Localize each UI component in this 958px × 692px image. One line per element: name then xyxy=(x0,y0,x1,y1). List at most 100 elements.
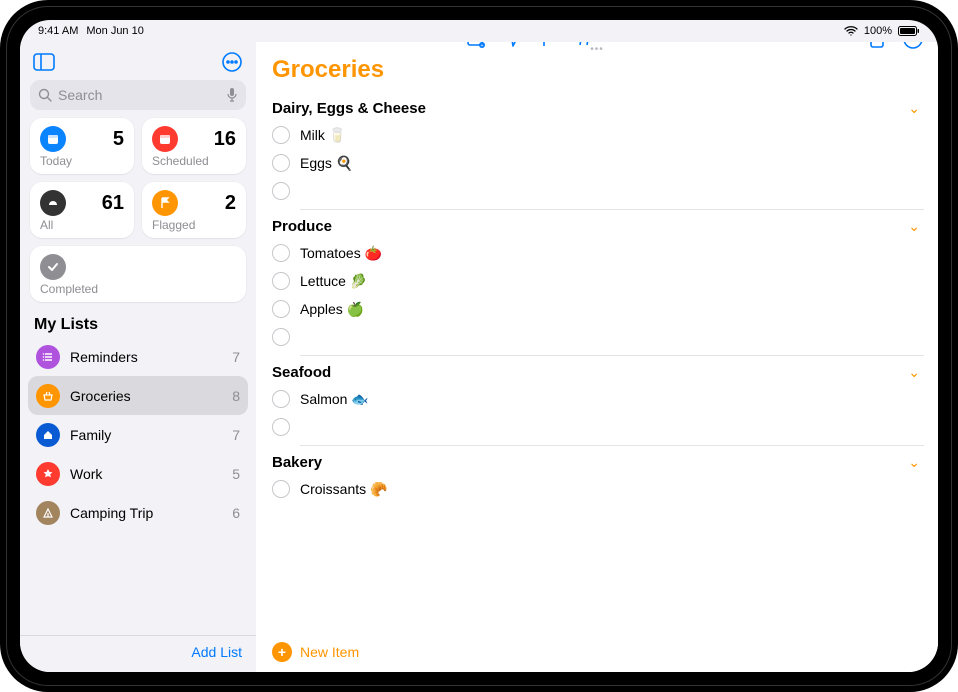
chevron-down-icon[interactable]: ⌄ xyxy=(908,364,926,381)
radio-unchecked-icon[interactable] xyxy=(272,480,290,498)
section-produce: Produce ⌄ Tomatoes 🍅 Lettuce 🥬 Apples 🍏 xyxy=(256,210,938,356)
list-row-reminders[interactable]: Reminders 7 xyxy=(28,338,248,376)
list-label: Reminders xyxy=(70,349,138,365)
chevron-down-icon[interactable]: ⌄ xyxy=(908,218,926,235)
new-item-button[interactable]: + New Item xyxy=(256,634,938,672)
sidebar: Search 5 Today xyxy=(20,42,256,672)
plus-circle-icon: + xyxy=(272,642,292,662)
radio-unchecked-icon[interactable] xyxy=(272,126,290,144)
toggle-sidebar-button[interactable] xyxy=(30,48,58,76)
list-row-groceries[interactable]: Groceries 8 xyxy=(28,376,248,415)
card-completed[interactable]: Completed xyxy=(30,246,246,302)
reminder-item[interactable]: Salmon 🐟 xyxy=(272,385,924,413)
reminder-item[interactable]: Croissants 🥐 xyxy=(272,475,930,503)
reminder-item[interactable]: Eggs 🍳 xyxy=(272,149,924,177)
sidebar-more-button[interactable] xyxy=(218,48,246,76)
radio-unchecked-icon[interactable] xyxy=(272,390,290,408)
radio-unchecked-icon[interactable] xyxy=(272,244,290,262)
reminder-item[interactable]: Apples 🍏 xyxy=(272,295,924,323)
list-count: 8 xyxy=(232,388,240,404)
today-icon xyxy=(40,126,66,152)
list-label: Groceries xyxy=(70,388,131,404)
list-label: Family xyxy=(70,427,111,443)
list-count: 7 xyxy=(232,349,240,365)
attach-calendar-button[interactable]: + xyxy=(466,42,486,48)
my-lists-header: My Lists xyxy=(20,302,256,338)
radio-unchecked-icon[interactable] xyxy=(272,272,290,290)
all-icon xyxy=(40,190,66,216)
more-button[interactable] xyxy=(902,42,924,50)
device-frame: 9:41 AM Mon Jun 10 100% xyxy=(0,0,958,692)
section-bakery: Bakery ⌄ Croissants 🥐 xyxy=(256,446,938,503)
today-label: Today xyxy=(40,154,124,168)
flagged-label: Flagged xyxy=(152,218,236,232)
list-bullet-icon xyxy=(36,345,60,369)
chevron-down-icon[interactable]: ⌄ xyxy=(908,100,926,117)
scheduled-count: 16 xyxy=(214,128,236,151)
section-header[interactable]: Produce xyxy=(272,218,332,235)
list-count: 5 xyxy=(232,466,240,482)
all-label: All xyxy=(40,218,124,232)
reminder-item[interactable]: Tomatoes 🍅 xyxy=(272,239,930,267)
dictate-icon[interactable] xyxy=(226,87,238,103)
completed-label: Completed xyxy=(40,282,236,296)
star-icon xyxy=(36,462,60,486)
status-date: Mon Jun 10 xyxy=(86,25,143,37)
reminder-item-empty[interactable] xyxy=(272,413,924,441)
radio-unchecked-icon[interactable] xyxy=(272,328,290,346)
basket-icon xyxy=(36,384,60,408)
flag-button[interactable] xyxy=(540,42,558,48)
list-title: Groceries xyxy=(256,50,938,92)
scheduled-icon xyxy=(152,126,178,152)
list-count: 7 xyxy=(232,427,240,443)
list-row-camping[interactable]: Camping Trip 6 xyxy=(28,493,248,532)
screen: 9:41 AM Mon Jun 10 100% xyxy=(20,20,938,672)
radio-unchecked-icon[interactable] xyxy=(272,182,290,200)
flagged-count: 2 xyxy=(225,192,236,215)
reminder-item-empty[interactable] xyxy=(272,177,924,205)
battery-icon xyxy=(898,26,920,36)
reminder-title: Croissants 🥐 xyxy=(300,481,387,498)
card-today[interactable]: 5 Today xyxy=(30,118,134,174)
new-item-label: New Item xyxy=(300,644,359,660)
list-row-work[interactable]: Work 5 xyxy=(28,454,248,493)
search-input[interactable]: Search xyxy=(30,80,246,110)
list-row-family[interactable]: Family 7 xyxy=(28,415,248,454)
battery-percent: 100% xyxy=(864,25,892,37)
reminder-title: Eggs 🍳 xyxy=(300,155,353,172)
card-scheduled[interactable]: 16 Scheduled xyxy=(142,118,246,174)
radio-unchecked-icon[interactable] xyxy=(272,154,290,172)
list-count: 6 xyxy=(232,505,240,521)
add-list-button[interactable]: Add List xyxy=(191,644,242,660)
status-time: 9:41 AM xyxy=(38,25,78,37)
section-seafood: Seafood ⌄ Salmon 🐟 xyxy=(256,356,938,446)
reminder-title: Salmon 🐟 xyxy=(300,391,369,408)
reminder-item-empty[interactable] xyxy=(272,323,924,351)
all-count: 61 xyxy=(102,192,124,215)
tent-icon xyxy=(36,501,60,525)
share-button[interactable] xyxy=(868,42,886,49)
wifi-icon xyxy=(844,26,858,36)
list-label: Work xyxy=(70,466,102,482)
reminder-item[interactable]: Milk 🥛 xyxy=(272,121,930,149)
reminder-title: Tomatoes 🍅 xyxy=(300,245,382,262)
radio-unchecked-icon[interactable] xyxy=(272,300,290,318)
card-flagged[interactable]: 2 Flagged xyxy=(142,182,246,238)
reminder-title: Apples 🍏 xyxy=(300,301,364,318)
flagged-icon xyxy=(152,190,178,216)
status-bar: 9:41 AM Mon Jun 10 100% xyxy=(20,20,938,42)
reminder-title: Milk 🥛 xyxy=(300,127,346,144)
card-all[interactable]: 61 All xyxy=(30,182,134,238)
radio-unchecked-icon[interactable] xyxy=(272,418,290,436)
location-button[interactable] xyxy=(504,42,522,48)
content-pane: ••• + Groceries xyxy=(256,42,938,672)
completed-icon xyxy=(40,254,66,280)
reminder-title: Lettuce 🥬 xyxy=(300,273,367,290)
section-header[interactable]: Bakery xyxy=(272,454,322,471)
svg-text:+: + xyxy=(481,43,484,48)
chevron-down-icon[interactable]: ⌄ xyxy=(908,454,926,471)
multitask-dots-icon[interactable]: ••• xyxy=(590,44,604,55)
reminder-item[interactable]: Lettuce 🥬 xyxy=(272,267,930,295)
section-header[interactable]: Seafood xyxy=(272,364,331,381)
section-header[interactable]: Dairy, Eggs & Cheese xyxy=(272,100,426,117)
